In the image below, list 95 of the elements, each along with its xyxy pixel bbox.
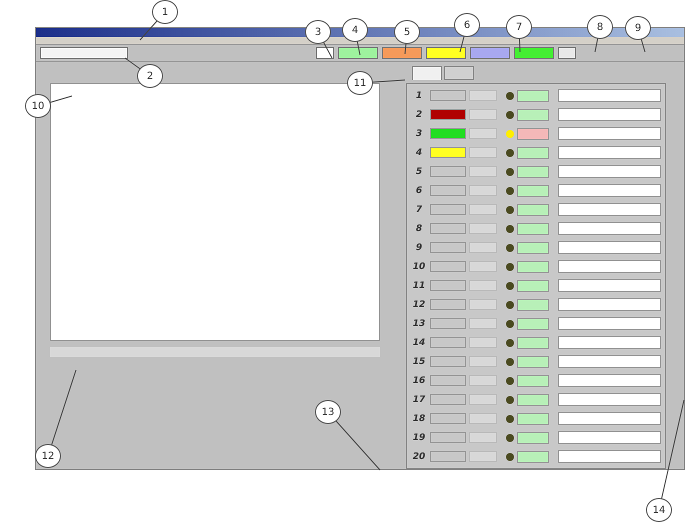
channel-button[interactable] xyxy=(517,184,549,196)
channel-button[interactable] xyxy=(517,432,549,444)
channel-number: 3 xyxy=(414,128,424,138)
channel-button[interactable] xyxy=(517,374,549,386)
channel-field[interactable] xyxy=(558,393,661,406)
channel-field[interactable] xyxy=(558,317,661,330)
channel-number: 19 xyxy=(412,432,426,442)
channel-number: 14 xyxy=(412,338,426,348)
readout-cell xyxy=(469,299,497,310)
channel-number: 13 xyxy=(412,318,426,328)
channel-button[interactable] xyxy=(517,280,549,292)
readout-cell xyxy=(469,394,497,405)
readout-cell xyxy=(469,204,497,215)
channel-number: 7 xyxy=(414,204,424,214)
channel-number: 15 xyxy=(412,356,426,366)
channel-field[interactable] xyxy=(558,108,661,121)
channel-button[interactable] xyxy=(517,242,549,254)
readout-cell xyxy=(469,242,497,253)
readout-cell xyxy=(469,356,497,367)
channel-field[interactable] xyxy=(558,165,661,178)
channel-button[interactable] xyxy=(517,356,549,368)
callout-number: 1 xyxy=(152,0,178,24)
channel-number: 2 xyxy=(414,110,424,120)
callout-number: 3 xyxy=(305,20,331,44)
channel-number: 12 xyxy=(412,300,426,310)
tab[interactable] xyxy=(412,66,442,80)
readout-cell xyxy=(469,451,497,462)
channel-field[interactable] xyxy=(558,450,661,463)
toolbar-button[interactable] xyxy=(40,47,128,60)
readout-cell xyxy=(469,128,497,139)
channel-button[interactable] xyxy=(517,260,549,272)
readout-cell xyxy=(469,375,497,386)
channel-field[interactable] xyxy=(558,355,661,368)
channel-button[interactable] xyxy=(517,412,549,424)
channel-button[interactable] xyxy=(517,336,549,348)
channel-field[interactable] xyxy=(558,89,661,102)
readout-cell xyxy=(469,280,497,291)
channel-button[interactable] xyxy=(517,146,549,158)
channel-button[interactable] xyxy=(517,450,549,462)
tab[interactable] xyxy=(444,66,474,80)
toolbar-button[interactable] xyxy=(316,47,334,60)
channel-field[interactable] xyxy=(558,431,661,444)
channel-number: 18 xyxy=(412,414,426,424)
channel-number: 5 xyxy=(414,166,424,176)
channel-number: 1 xyxy=(414,90,424,100)
channel-number: 4 xyxy=(414,148,424,158)
callout-number: 4 xyxy=(342,18,368,42)
channel-number: 16 xyxy=(412,376,426,386)
callout-number: 9 xyxy=(625,16,651,40)
channel-button[interactable] xyxy=(517,394,549,406)
channel-button[interactable] xyxy=(517,298,549,310)
readout-cell xyxy=(469,147,497,158)
readout-cell xyxy=(469,413,497,424)
readout-cell xyxy=(469,166,497,177)
channel-button[interactable] xyxy=(517,166,549,178)
channel-field[interactable] xyxy=(558,374,661,387)
channel-button[interactable] xyxy=(517,318,549,330)
readout-cell xyxy=(469,90,497,101)
channel-button[interactable] xyxy=(517,108,549,120)
channel-button[interactable] xyxy=(517,90,549,102)
readout-cell xyxy=(469,337,497,348)
channel-field[interactable] xyxy=(558,412,661,425)
channel-button[interactable] xyxy=(517,128,549,140)
channel-field[interactable] xyxy=(558,184,661,197)
callout-number: 5 xyxy=(394,20,420,44)
channel-button[interactable] xyxy=(517,204,549,216)
channel-number: 9 xyxy=(414,242,424,252)
callout-number: 10 xyxy=(25,94,51,118)
channel-field[interactable] xyxy=(558,336,661,349)
readout-cell xyxy=(469,109,497,120)
readout-cell xyxy=(469,185,497,196)
channel-number: 11 xyxy=(412,280,426,290)
channel-number: 17 xyxy=(412,394,426,404)
channel-field[interactable] xyxy=(558,279,661,292)
channel-field[interactable] xyxy=(558,222,661,235)
channel-number: 10 xyxy=(412,262,426,272)
readout-cell xyxy=(469,432,497,443)
channel-number: 20 xyxy=(412,452,426,462)
channel-number: 8 xyxy=(414,224,424,234)
readout-cell xyxy=(469,261,497,272)
channel-field[interactable] xyxy=(558,241,661,254)
channel-field[interactable] xyxy=(558,203,661,216)
channel-field[interactable] xyxy=(558,127,661,140)
callout-number: 6 xyxy=(454,13,480,37)
callout-number: 7 xyxy=(506,15,532,39)
readout-cell xyxy=(469,318,497,329)
readout-cell xyxy=(469,223,497,234)
channel-field[interactable] xyxy=(558,146,661,159)
channel-field[interactable] xyxy=(558,298,661,311)
toolbar-button[interactable] xyxy=(426,47,466,60)
channel-field[interactable] xyxy=(558,260,661,273)
channel-button[interactable] xyxy=(517,222,549,234)
callout-number: 8 xyxy=(587,15,613,39)
callout-number: 14 xyxy=(646,498,672,522)
channel-number: 6 xyxy=(414,186,424,196)
